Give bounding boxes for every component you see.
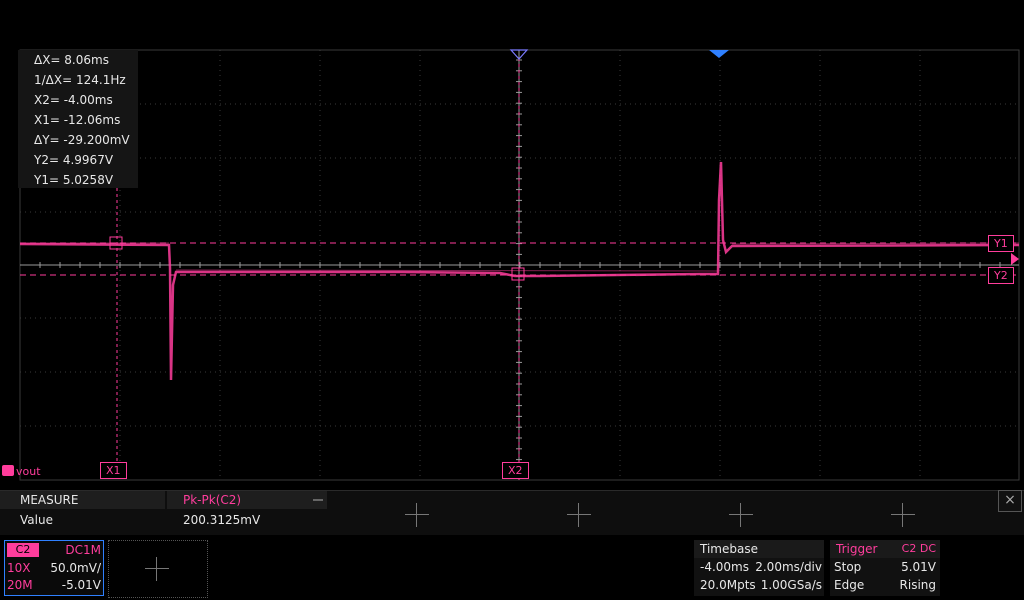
channel-bandwidth: 20M [7, 578, 33, 592]
cursor-x2-y2-box [511, 267, 525, 281]
timebase-scale: 2.00ms/div [755, 560, 822, 574]
waveform-area[interactable] [0, 0, 1024, 490]
channel-probe: 10X [7, 561, 31, 575]
channel-trace-name: vout [16, 465, 41, 478]
timebase-delay: -4.00ms [700, 560, 749, 574]
channel-trace-label[interactable]: vout [2, 465, 41, 478]
measure-item-name: Pk-Pk(C2) [167, 491, 327, 509]
channel-name: C2 [7, 543, 39, 557]
channel-scale: 50.0mV/ [50, 561, 101, 575]
x2-readout: X2= -4.00ms [34, 93, 113, 107]
channel-coupling: DC1M [65, 543, 101, 557]
timebase-sample-rate: 1.00GSa/s [760, 578, 822, 592]
measure-value-label: Value [20, 513, 53, 527]
measure-slot-empty[interactable] [671, 495, 811, 533]
y2-readout: Y2= 4.9967V [34, 153, 114, 167]
cursor-x2-label[interactable]: X2 [502, 462, 529, 479]
trigger-row-2: Edge Rising [830, 576, 940, 594]
timebase-title: Timebase [694, 540, 824, 558]
cursor-y2-label[interactable]: Y2 [988, 267, 1014, 284]
measure-item-collapse-icon[interactable] [313, 499, 323, 501]
trigger-position-marker-icon[interactable] [709, 50, 729, 58]
y1-readout: Y1= 5.0258V [34, 173, 114, 187]
timebase-memory: 20.0Mpts [700, 578, 756, 592]
cursor-x1-label[interactable]: X1 [100, 462, 127, 479]
add-measure-icon [405, 503, 429, 527]
timebase-row-2: 20.0Mpts 1.00GSa/s [694, 576, 824, 594]
cursor-y1-label[interactable]: Y1 [988, 235, 1014, 252]
timebase-panel[interactable]: Timebase -4.00ms 2.00ms/div 20.0Mpts 1.0… [694, 540, 824, 596]
trigger-level: 5.01V [901, 560, 936, 574]
delta-y-readout: ΔY= -29.200mV [34, 133, 130, 147]
oscilloscope-display: ΔX= 8.06ms 1/ΔX= 124.1Hz X2= -4.00ms X1=… [0, 0, 1024, 600]
add-measure-icon [729, 503, 753, 527]
measure-item-pkpk[interactable]: Pk-Pk(C2) 200.3125mV [167, 491, 327, 535]
measure-slot-empty[interactable] [509, 495, 649, 533]
x1-readout: X1= -12.06ms [34, 113, 121, 127]
trigger-source: C2 DC [901, 542, 936, 555]
channel-c2-settings[interactable]: C2 DC1M 10X 50.0mV/ 20M -5.01V [4, 540, 104, 596]
trigger-level-marker-icon[interactable] [1011, 253, 1019, 265]
measure-labels-column: MEASURE Value [0, 491, 165, 535]
trigger-slope: Rising [899, 578, 936, 592]
measure-item-value: 200.3125mV [183, 513, 261, 527]
add-channel-slot[interactable] [108, 540, 208, 598]
measure-slot-empty[interactable] [833, 495, 973, 533]
measure-bar: MEASURE Value Pk-Pk(C2) 200.3125mV [0, 490, 1024, 535]
close-measure-icon[interactable]: × [998, 490, 1022, 512]
channel-marker-icon [2, 465, 14, 476]
trigger-title: Trigger [836, 542, 878, 556]
add-measure-icon [567, 503, 591, 527]
timebase-row-1: -4.00ms 2.00ms/div [694, 558, 824, 576]
measure-header-label: MEASURE [0, 491, 165, 509]
measure-slot-empty[interactable] [347, 495, 487, 533]
trigger-mode: Stop [834, 560, 862, 574]
cursor-readout-panel: ΔX= 8.06ms 1/ΔX= 124.1Hz X2= -4.00ms X1=… [18, 50, 138, 188]
trigger-row-1: Stop 5.01V [830, 558, 940, 576]
trigger-panel[interactable]: Trigger C2 DC Stop 5.01V Edge Rising [830, 540, 940, 596]
inverse-delta-x-readout: 1/ΔX= 124.1Hz [34, 73, 126, 87]
trigger-header: Trigger C2 DC [830, 540, 940, 558]
delta-x-readout: ΔX= 8.06ms [34, 53, 109, 67]
status-bar: C2 DC1M 10X 50.0mV/ 20M -5.01V Timebase … [0, 536, 1024, 600]
add-channel-icon [145, 557, 169, 581]
channel-offset: -5.01V [61, 578, 101, 592]
trigger-type: Edge [834, 578, 865, 592]
add-measure-icon [891, 503, 915, 527]
